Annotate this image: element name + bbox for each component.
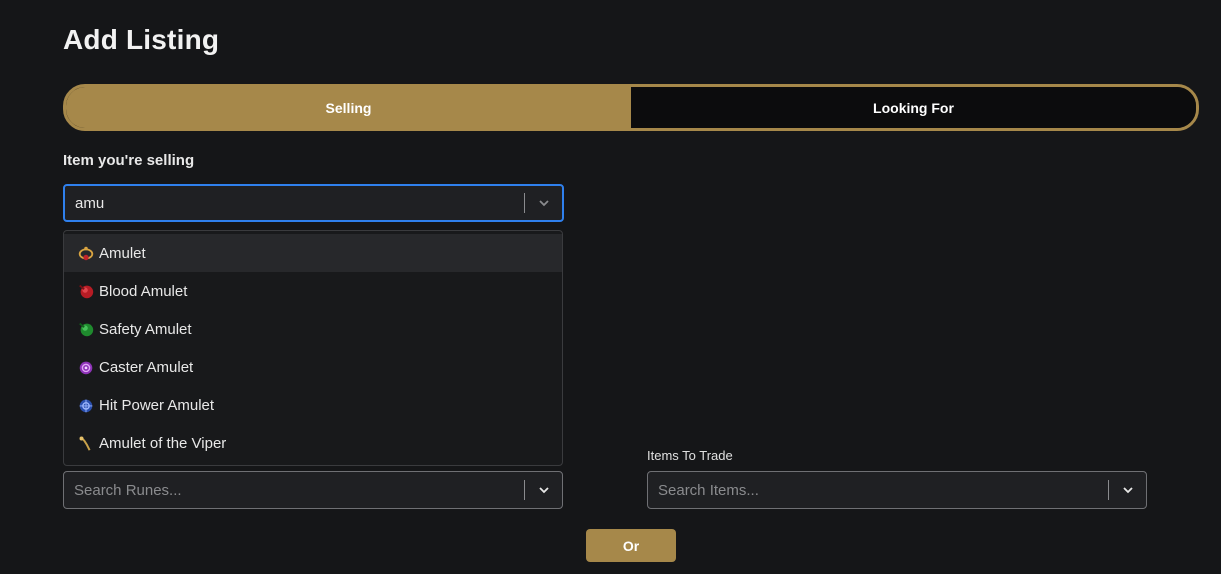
- runes-select[interactable]: [63, 471, 563, 509]
- items-search-input[interactable]: [648, 472, 1108, 508]
- safety-amulet-icon: [76, 319, 96, 339]
- hit-power-amulet-icon: [76, 395, 96, 415]
- option-blood-amulet[interactable]: Blood Amulet: [64, 272, 562, 310]
- items-to-trade-label: Items To Trade: [647, 448, 733, 463]
- chevron-down-icon[interactable]: [525, 472, 562, 508]
- page-title: Add Listing: [63, 24, 220, 55]
- chevron-down-icon[interactable]: [525, 186, 562, 220]
- items-to-trade-select[interactable]: [647, 471, 1147, 509]
- or-button[interactable]: Or: [586, 529, 676, 562]
- blood-amulet-icon: [76, 281, 96, 301]
- amulet-icon: [76, 243, 96, 263]
- chevron-down-icon[interactable]: [1109, 472, 1146, 508]
- option-safety-amulet[interactable]: Safety Amulet: [64, 310, 562, 348]
- option-amulet-of-the-viper[interactable]: Amulet of the Viper: [64, 424, 562, 462]
- caster-amulet-icon: [76, 357, 96, 377]
- option-hit-power-amulet[interactable]: Hit Power Amulet: [64, 386, 562, 424]
- option-caster-amulet[interactable]: Caster Amulet: [64, 348, 562, 386]
- option-amulet[interactable]: Amulet: [64, 234, 562, 272]
- item-selling-label: Item you're selling: [63, 152, 195, 169]
- runes-search-input[interactable]: [64, 472, 524, 508]
- tab-looking-for[interactable]: Looking For: [631, 87, 1196, 128]
- item-selling-select[interactable]: [63, 184, 564, 222]
- tab-selling[interactable]: Selling: [66, 87, 631, 128]
- item-options-dropdown: Amulet Blood Amulet Safety Amulet Caster…: [63, 230, 563, 466]
- item-selling-input[interactable]: [65, 186, 524, 220]
- mode-toggle: Selling Looking For: [63, 84, 1199, 131]
- viper-amulet-icon: [76, 433, 96, 453]
